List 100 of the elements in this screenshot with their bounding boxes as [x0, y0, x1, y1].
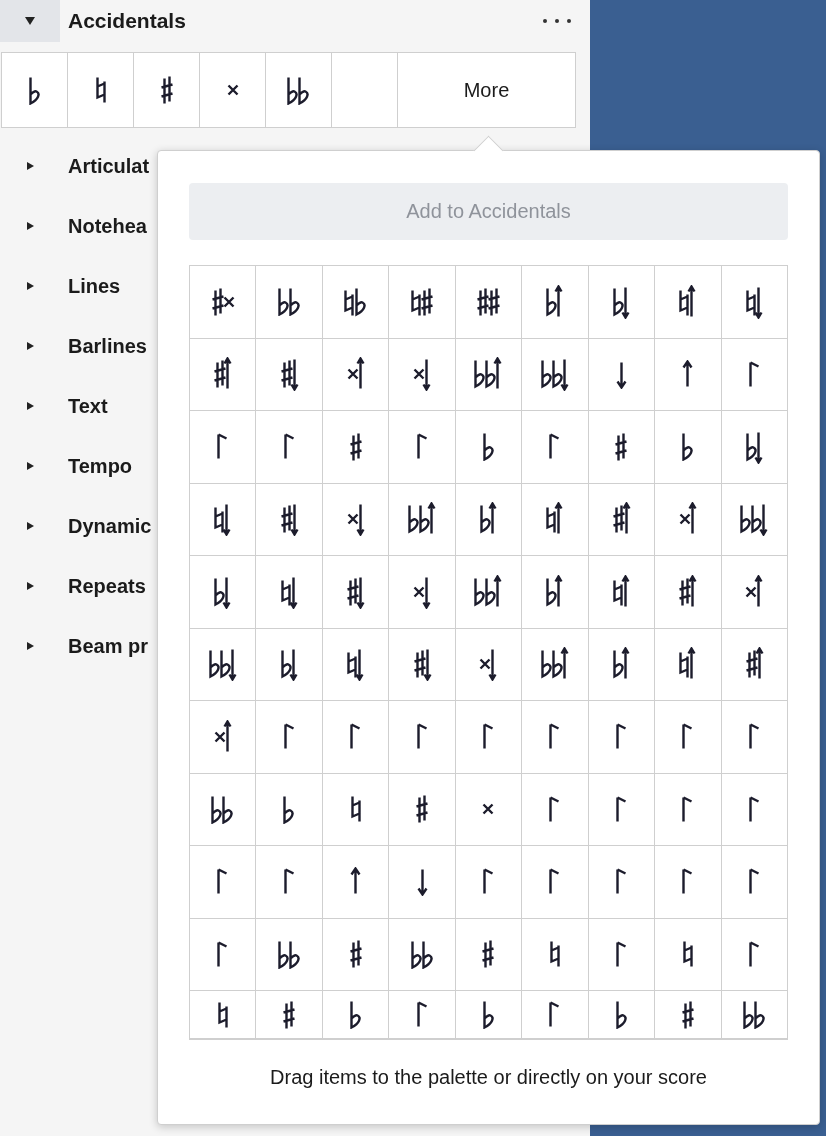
- palette-name[interactable]: Notehea: [68, 214, 147, 238]
- accidental-cell[interactable]: [256, 411, 323, 484]
- accidental-cell[interactable]: [655, 266, 722, 339]
- accidental-cell[interactable]: [455, 918, 523, 991]
- accidental-cell[interactable]: [721, 338, 788, 411]
- accidental-cell[interactable]: [588, 701, 656, 774]
- accidental-cell[interactable]: [721, 556, 788, 629]
- accidental-cell[interactable]: [322, 556, 390, 629]
- accidental-cell[interactable]: [455, 411, 523, 484]
- accidental-cell[interactable]: [588, 556, 656, 629]
- accidental-cell[interactable]: [389, 556, 456, 629]
- accidental-cell[interactable]: [522, 266, 589, 339]
- accidental-cell[interactable]: [522, 556, 589, 629]
- accidental-cell[interactable]: [721, 918, 788, 991]
- accidental-cell[interactable]: [522, 338, 589, 411]
- accidental-cell[interactable]: [655, 991, 722, 1039]
- accidental-cell[interactable]: [455, 266, 523, 339]
- accidental-cell[interactable]: [256, 773, 323, 846]
- accidental-cell[interactable]: [389, 411, 456, 484]
- accidental-cell[interactable]: [256, 918, 323, 991]
- accidental-cell[interactable]: [721, 846, 788, 919]
- accidental-cell[interactable]: [256, 628, 323, 701]
- accidental-cell[interactable]: [655, 556, 722, 629]
- accidental-cell[interactable]: [256, 991, 323, 1039]
- accidental-cell[interactable]: [721, 411, 788, 484]
- accidental-cell[interactable]: [588, 628, 656, 701]
- accidental-cell[interactable]: [256, 483, 323, 556]
- accidental-cell[interactable]: [190, 411, 257, 484]
- triangle-icon[interactable]: [25, 641, 35, 651]
- accidental-cell[interactable]: [588, 411, 656, 484]
- more-options-icon[interactable]: [542, 18, 572, 24]
- accidental-cell[interactable]: [522, 918, 589, 991]
- accidental-cell[interactable]: [522, 483, 589, 556]
- accidental-cell[interactable]: [322, 918, 390, 991]
- accidental-cell[interactable]: [655, 701, 722, 774]
- accidental-cell[interactable]: [588, 338, 656, 411]
- accidental-cell[interactable]: [190, 266, 257, 339]
- palette-name[interactable]: Dynamic: [68, 514, 152, 538]
- accidental-cell[interactable]: [389, 918, 456, 991]
- triangle-icon[interactable]: [25, 581, 35, 591]
- palette-name[interactable]: Articulat: [68, 154, 150, 178]
- accidental-cell[interactable]: [322, 338, 390, 411]
- accidental-cell[interactable]: [190, 628, 257, 701]
- accidental-cell[interactable]: [522, 773, 589, 846]
- accidental-cell[interactable]: [190, 483, 257, 556]
- accidental-cell[interactable]: [190, 846, 257, 919]
- accidental-cell[interactable]: [190, 338, 257, 411]
- accidental-cell[interactable]: [322, 266, 390, 339]
- accidental-cell[interactable]: [588, 773, 656, 846]
- accidental-cell[interactable]: [655, 628, 722, 701]
- accidental-cell[interactable]: [522, 628, 589, 701]
- accidental-cell[interactable]: [588, 266, 656, 339]
- accidental-cell[interactable]: [721, 483, 788, 556]
- accidental-cell[interactable]: [455, 338, 523, 411]
- accidental-cell[interactable]: [455, 846, 523, 919]
- triangle-icon[interactable]: [25, 281, 35, 291]
- accidental-cell[interactable]: [721, 991, 788, 1039]
- accidental-cell[interactable]: [322, 773, 390, 846]
- triangle-icon[interactable]: [25, 341, 35, 351]
- accidental-cell[interactable]: [389, 628, 456, 701]
- accidental-cell[interactable]: [256, 556, 323, 629]
- triangle-icon[interactable]: [25, 161, 35, 171]
- accidental-cell[interactable]: [322, 701, 390, 774]
- palette-name[interactable]: Beam pr: [68, 634, 149, 658]
- accidental-cell[interactable]: [588, 846, 656, 919]
- accidental-cell[interactable]: [389, 846, 456, 919]
- accidental-cell[interactable]: [190, 918, 257, 991]
- triangle-icon[interactable]: [25, 521, 35, 531]
- accidental-cell[interactable]: [522, 846, 589, 919]
- accidental-cell[interactable]: [322, 628, 390, 701]
- accidental-cell[interactable]: [190, 773, 257, 846]
- accidental-cell[interactable]: [455, 628, 523, 701]
- accidental-cell[interactable]: [389, 701, 456, 774]
- accidental-cell[interactable]: [322, 846, 390, 919]
- accidental-cell[interactable]: [588, 483, 656, 556]
- accidental-cell[interactable]: [522, 991, 589, 1039]
- collapse-toggle[interactable]: [0, 0, 60, 42]
- palette-name[interactable]: Tempo: [68, 454, 133, 478]
- accidental-cell[interactable]: [522, 411, 589, 484]
- accidental-cell[interactable]: [455, 556, 523, 629]
- accidental-cell[interactable]: [721, 701, 788, 774]
- accidental-cell[interactable]: [389, 338, 456, 411]
- accidental-cell[interactable]: [588, 991, 656, 1039]
- accidental-cell[interactable]: [322, 411, 390, 484]
- palette-name[interactable]: Text: [68, 394, 108, 418]
- accidental-cell[interactable]: [655, 846, 722, 919]
- accidental-cell[interactable]: [389, 773, 456, 846]
- palette-name[interactable]: Lines: [68, 274, 121, 298]
- triangle-icon[interactable]: [25, 401, 35, 411]
- accidental-cell[interactable]: [588, 918, 656, 991]
- accidental-cell[interactable]: [322, 991, 390, 1039]
- accidental-cell[interactable]: [655, 483, 722, 556]
- accidental-cell[interactable]: [256, 701, 323, 774]
- palette-name[interactable]: Repeats: [68, 574, 146, 598]
- triangle-icon[interactable]: [25, 461, 35, 471]
- palette-name[interactable]: Barlines: [68, 334, 147, 358]
- accidental-cell[interactable]: [522, 701, 589, 774]
- triangle-icon[interactable]: [25, 221, 35, 231]
- accidental-cell[interactable]: [389, 483, 456, 556]
- accidental-cell[interactable]: [721, 266, 788, 339]
